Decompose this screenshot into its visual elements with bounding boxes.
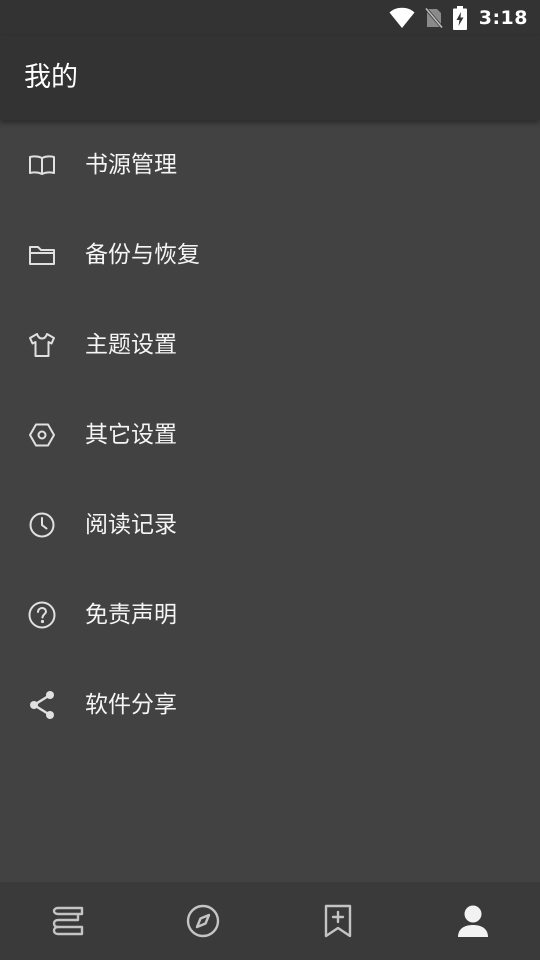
menu-item-label: 软件分享 xyxy=(85,692,177,718)
app-bar: 我的 xyxy=(0,36,540,120)
bottom-navigation xyxy=(0,882,540,960)
nav-tab-discover[interactable] xyxy=(135,882,270,960)
status-bar: 3:18 xyxy=(0,0,540,36)
person-icon xyxy=(456,904,490,938)
folder-icon xyxy=(27,240,57,270)
share-icon xyxy=(27,690,57,720)
menu-item-label: 阅读记录 xyxy=(85,512,177,538)
battery-charging-icon xyxy=(452,6,467,30)
wifi-icon xyxy=(389,7,415,29)
clock-icon xyxy=(27,510,57,540)
status-icons: 3:18 xyxy=(389,0,528,36)
tshirt-icon xyxy=(27,330,57,360)
page-title: 我的 xyxy=(24,62,78,93)
menu-item-theme-settings[interactable]: 主题设置 xyxy=(0,300,540,390)
book-open-icon xyxy=(27,150,57,180)
status-time: 3:18 xyxy=(478,7,528,29)
hexagon-settings-icon xyxy=(27,420,57,450)
menu-item-backup-restore[interactable]: 备份与恢复 xyxy=(0,210,540,300)
menu-item-label: 免责声明 xyxy=(85,602,177,628)
menu-item-label: 备份与恢复 xyxy=(85,242,200,268)
menu-item-reading-history[interactable]: 阅读记录 xyxy=(0,480,540,570)
menu-item-label: 书源管理 xyxy=(85,152,177,178)
question-circle-icon xyxy=(27,600,57,630)
nav-tab-bookshelf[interactable] xyxy=(0,882,135,960)
menu-item-label: 其它设置 xyxy=(85,422,177,448)
no-sim-icon xyxy=(424,7,443,29)
nav-tab-bookmarks[interactable] xyxy=(270,882,405,960)
menu-item-share-app[interactable]: 软件分享 xyxy=(0,660,540,750)
menu-item-label: 主题设置 xyxy=(85,332,177,358)
bookmark-add-icon xyxy=(322,903,354,939)
screen: 3:18 我的 书源管理 备份与恢复 主题设置 其它设置 阅读记录 免责声明 软… xyxy=(0,0,540,960)
compass-icon xyxy=(185,903,221,939)
settings-menu: 书源管理 备份与恢复 主题设置 其它设置 阅读记录 免责声明 软件分享 xyxy=(0,120,540,750)
nav-tab-profile[interactable] xyxy=(405,882,540,960)
menu-item-other-settings[interactable]: 其它设置 xyxy=(0,390,540,480)
bookshelf-icon xyxy=(50,905,86,937)
menu-item-disclaimer[interactable]: 免责声明 xyxy=(0,570,540,660)
menu-item-book-source[interactable]: 书源管理 xyxy=(0,120,540,210)
